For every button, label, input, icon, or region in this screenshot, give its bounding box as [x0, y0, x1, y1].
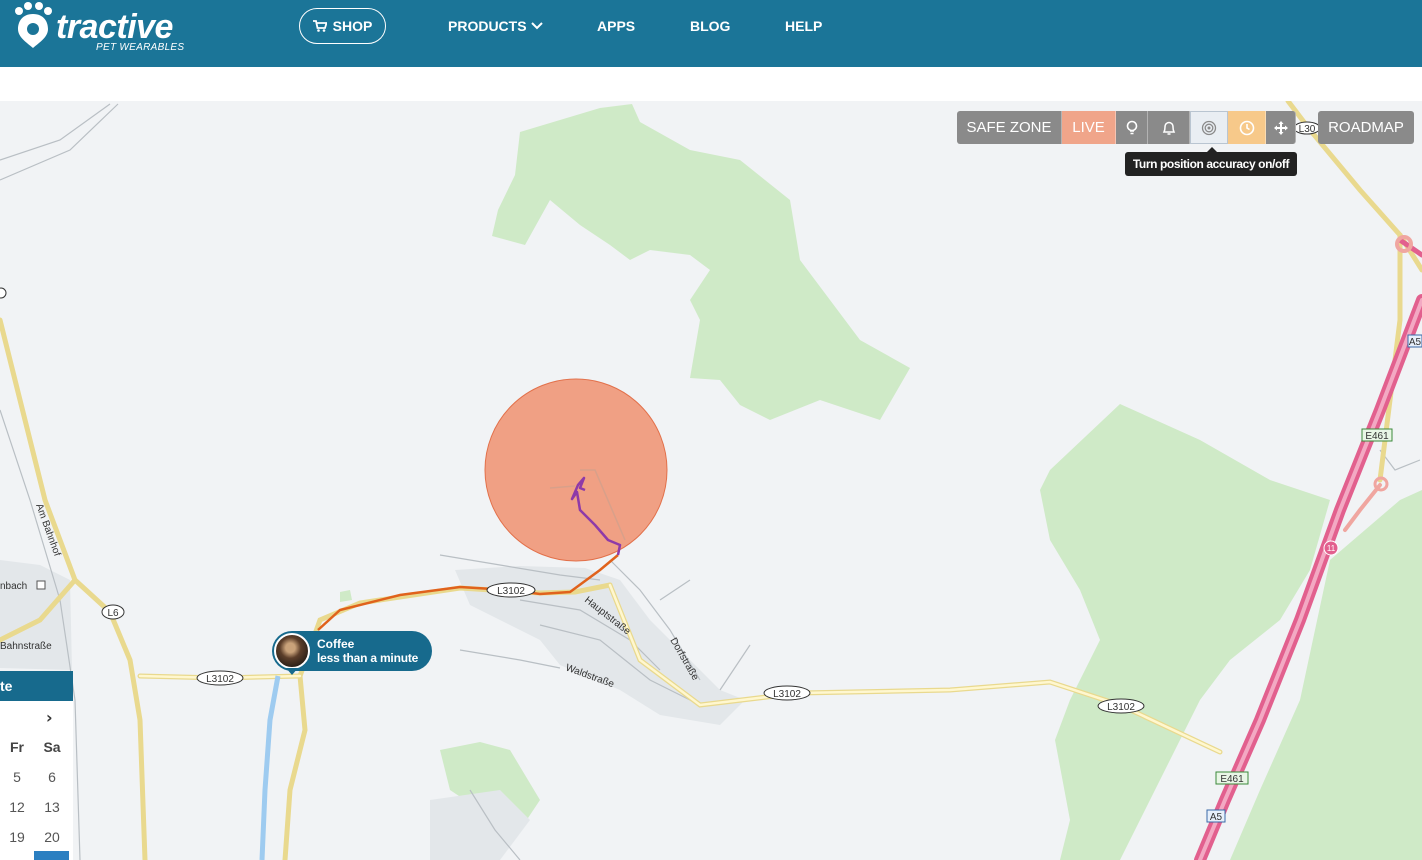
- center-map-button[interactable]: [1266, 111, 1296, 144]
- nav-products[interactable]: PRODUCTS: [448, 18, 543, 34]
- calendar-day[interactable]: 12: [2, 799, 32, 815]
- road-label: L30: [1299, 124, 1316, 135]
- weekday-header: Sa: [43, 739, 61, 755]
- weekday-header: Fr: [10, 739, 24, 755]
- pet-marker-pointer: [286, 668, 298, 675]
- chevron-down-icon: [530, 22, 543, 30]
- calendar-day[interactable]: 19: [2, 829, 32, 845]
- map-toolbar: SAFE ZONE LIVE: [957, 111, 1296, 144]
- road-label: 11: [1327, 544, 1336, 553]
- top-navigation-bar: tractive PET WEARABLES SHOP PRODUCTS APP…: [0, 0, 1422, 67]
- map-canvas[interactable]: L3102 L3102 L3102 L3102 L6 L30 E461 E461…: [0, 101, 1422, 860]
- nav-help-label: HELP: [785, 18, 823, 34]
- safe-zone-label: SAFE ZONE: [966, 119, 1052, 136]
- pet-marker[interactable]: Coffee less than a minute: [272, 631, 432, 671]
- street-label: Bahnstraße: [0, 641, 52, 652]
- road-label: A5: [1210, 812, 1223, 823]
- nav-apps[interactable]: APPS: [597, 18, 635, 34]
- date-picker: te › Fr Sa 5 6 12 13 19 20: [0, 671, 73, 860]
- selected-day[interactable]: [34, 851, 69, 860]
- cart-icon: [312, 20, 327, 32]
- position-accuracy-toggle[interactable]: [1190, 111, 1228, 144]
- lightbulb-icon: [1126, 120, 1137, 134]
- road-label: L3102: [206, 674, 234, 685]
- shop-button[interactable]: SHOP: [299, 8, 386, 44]
- page-spacer: [0, 67, 1422, 101]
- pet-last-seen: less than a minute: [317, 651, 419, 665]
- bell-icon: [1162, 121, 1175, 135]
- tractive-logo[interactable]: tractive PET WEARABLES: [12, 2, 202, 62]
- calendar-day[interactable]: 5: [2, 769, 32, 785]
- roadmap-button[interactable]: ROADMAP: [1318, 111, 1414, 144]
- pet-avatar: [274, 633, 310, 669]
- pet-name: Coffee: [317, 637, 355, 651]
- paw-pin-icon: [15, 2, 52, 48]
- date-picker-header: te: [0, 671, 73, 701]
- road-label: L3102: [773, 689, 801, 700]
- history-button[interactable]: [1228, 111, 1266, 144]
- road-label: L3102: [1107, 702, 1135, 713]
- nav-blog-label: BLOG: [690, 18, 731, 34]
- nav-blog[interactable]: BLOG: [690, 18, 730, 34]
- brand-tagline: PET WEARABLES: [96, 42, 185, 53]
- road-label: A5: [1409, 337, 1422, 348]
- safe-zone-button[interactable]: SAFE ZONE: [957, 111, 1062, 144]
- poi-marker: [0, 287, 7, 299]
- nav-help[interactable]: HELP: [785, 18, 822, 34]
- forest-area: [340, 590, 352, 602]
- calendar-day[interactable]: 6: [37, 769, 67, 785]
- road-label: E461: [1220, 774, 1244, 785]
- nav-products-label: PRODUCTS: [448, 18, 527, 34]
- stream: [259, 675, 281, 860]
- tooltip-text: Turn position accuracy on/off: [1132, 157, 1290, 171]
- move-arrows-icon: [1273, 120, 1288, 135]
- town-area: [0, 560, 72, 670]
- live-button[interactable]: LIVE: [1062, 111, 1116, 144]
- street-label: nbach: [0, 581, 27, 592]
- sound-button[interactable]: [1148, 111, 1190, 144]
- light-button[interactable]: [1116, 111, 1148, 144]
- calendar-day[interactable]: 20: [37, 829, 67, 845]
- accuracy-target-icon: [1201, 120, 1217, 135]
- accuracy-circle[interactable]: [484, 378, 668, 562]
- history-clock-icon: [1239, 120, 1254, 135]
- road-label: L3102: [497, 586, 525, 597]
- roadmap-label: ROADMAP: [1328, 119, 1404, 136]
- live-label: LIVE: [1072, 119, 1105, 136]
- road-label: E461: [1365, 431, 1389, 442]
- nav-apps-label: APPS: [597, 18, 636, 34]
- map-view[interactable]: L3102 L3102 L3102 L3102 L6 L30 E461 E461…: [0, 101, 1422, 860]
- road-label: L6: [107, 608, 119, 619]
- next-month-button[interactable]: ›: [46, 708, 53, 727]
- shop-label: SHOP: [332, 18, 373, 34]
- calendar-day[interactable]: 13: [37, 799, 67, 815]
- date-picker-title: te: [0, 678, 13, 694]
- forest-area: [492, 104, 910, 420]
- train-station-icon: [36, 580, 46, 590]
- accuracy-tooltip: Turn position accuracy on/off: [1125, 147, 1297, 176]
